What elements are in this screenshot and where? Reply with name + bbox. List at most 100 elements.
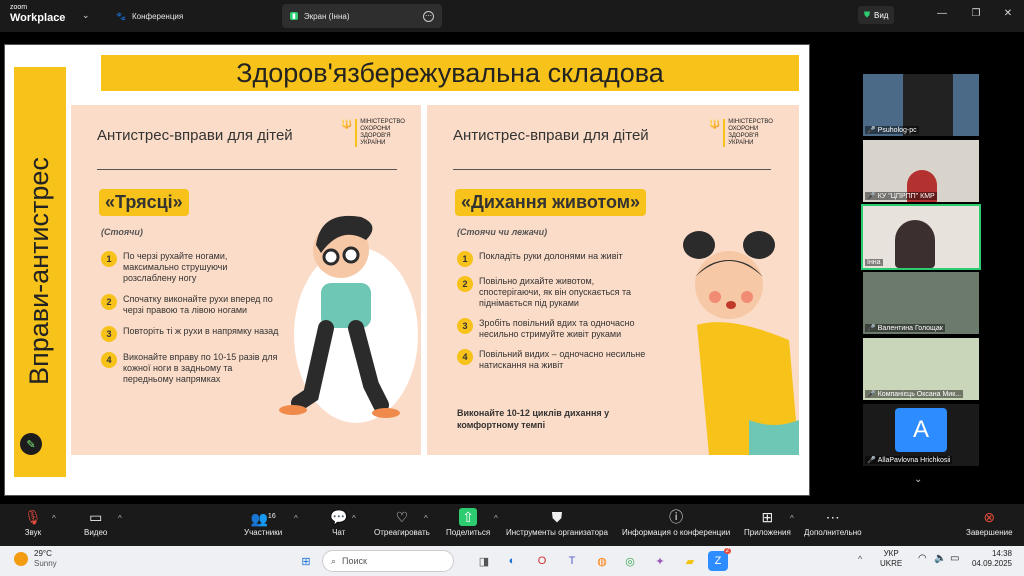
shield-icon: ⛊ (551, 509, 563, 525)
host-tools-button[interactable]: ⛊ Инструменты организатора (506, 508, 608, 537)
weather-widget[interactable]: 29°C Sunny (34, 549, 57, 569)
participant-tile[interactable]: 🎤 Валентина Голощак (863, 272, 979, 334)
left-card-title: Антистрес-вправи для дітей (97, 127, 293, 144)
view-button[interactable]: ⛊ Вид (858, 6, 895, 24)
participant-name: 🎤 Компанієць Оксана Мик... (865, 390, 964, 398)
wifi-icon[interactable]: ◠ (918, 553, 927, 564)
participant-tile[interactable]: 🎤 КУ "ЦПРПП" КМР (863, 140, 979, 202)
participants-button[interactable]: 👥16 Участники (244, 508, 282, 537)
search-icon: ⌕ (331, 555, 337, 566)
apps-button[interactable]: ⊞ Приложения (744, 508, 791, 537)
clock[interactable]: 14:38 04.09.2025 (968, 549, 1012, 569)
exercise-subtitle: (Стоячи) (101, 227, 143, 237)
zoom-app-icon[interactable]: Z 2 (708, 548, 731, 571)
shield-icon: ⛊ (864, 10, 870, 19)
right-card: Антистрес-вправи для дітей 🔱 МІНІСТЕРСТВ… (427, 105, 799, 455)
annotate-icon[interactable]: ✎ (20, 433, 42, 455)
divider (97, 169, 397, 170)
participant-tile[interactable]: 🎤 Psuholog-pc (863, 74, 979, 136)
chat-options-caret[interactable]: ^ (352, 514, 356, 523)
edge-icon[interactable]: ◐ (502, 551, 522, 571)
end-button[interactable]: ⊗ Завершение (966, 508, 1013, 537)
divider (453, 169, 771, 170)
audio-button[interactable]: 🎙 Звук (24, 508, 42, 537)
scroll-down-icon[interactable]: ⌄ (914, 474, 922, 485)
video-options-caret[interactable]: ^ (118, 514, 122, 523)
ministry-logo: 🔱 МІНІСТЕРСТВО ОХОРОНИ ЗДОРОВ'Я УКРАЇНИ (709, 119, 773, 147)
more-button[interactable]: ⋯ Дополнительно (804, 508, 862, 537)
steps-list: 1 По черзі рухайте ногами, максимально ст… (101, 251, 281, 385)
more-icon[interactable]: ⋯ (423, 10, 434, 22)
mic-muted-icon: 🎤 (867, 127, 876, 134)
video-button[interactable]: ▭ Видео (84, 508, 107, 537)
participant-tile-active[interactable]: Інна (861, 204, 981, 270)
apps-icon: ⊞ (761, 509, 774, 525)
mic-muted-icon: 🎤 (867, 193, 876, 200)
windows-start-icon[interactable]: ⊞ (296, 551, 316, 571)
mic-muted-icon: 🎙 (24, 509, 42, 525)
copilot-icon[interactable]: ✦ (650, 551, 670, 571)
opera-icon[interactable]: O (532, 551, 552, 571)
list-item: 1 Покладіть руки долонями на живіт (457, 251, 647, 267)
meeting-info-button[interactable]: ⓘ Информация о конференции (622, 508, 730, 537)
boy-illustration (279, 215, 418, 423)
react-button[interactable]: ♡ Отреагировать (374, 508, 430, 537)
teams-icon[interactable]: T (562, 551, 582, 571)
tray-overflow-icon[interactable]: ^ (858, 554, 862, 564)
camera-icon: ▭ (89, 509, 103, 525)
participants-options-caret[interactable]: ^ (294, 514, 298, 523)
exercise-title: «Дихання животом» (455, 189, 647, 216)
volume-icon[interactable]: 🔈 (934, 553, 946, 564)
participant-tile[interactable]: 🎤 Компанієць Оксана Мик... (863, 338, 979, 400)
participant-name: 🎤 Psuholog-pc (865, 126, 919, 134)
restore-button[interactable]: ❐ (968, 8, 984, 19)
mic-muted-icon: 🎤 (867, 457, 876, 464)
participant-name: 🎤 КУ "ЦПРПП" КМР (865, 192, 937, 200)
end-icon: ⊗ (983, 509, 996, 525)
minimize-button[interactable]: — (934, 8, 950, 19)
chat-button[interactable]: 💬 Чат (330, 508, 347, 537)
heart-icon: ♡ (395, 509, 409, 525)
girl-illustration (683, 231, 799, 455)
info-icon: ⓘ (669, 509, 684, 525)
participant-name: 🎤 Валентина Голощак (865, 324, 945, 332)
notification-badge: 2 (723, 548, 731, 554)
sun-icon[interactable] (14, 552, 28, 566)
participant-tile[interactable]: A 🎤 AllaPavlovna Hrichkosii (863, 404, 979, 466)
avatar: A (895, 408, 947, 452)
react-options-caret[interactable]: ^ (424, 514, 428, 523)
slide-sidebar: Вправи-антистрес ✎ (14, 67, 66, 477)
task-view-icon[interactable]: ◨ (474, 551, 494, 571)
share-button[interactable]: ⇧ Поделиться (446, 508, 490, 537)
chevron-down-icon[interactable]: ⌄ (82, 10, 90, 21)
share-options-caret[interactable]: ^ (494, 514, 498, 523)
zoom-logo: zoom Workplace (10, 4, 66, 24)
chat-icon: 💬 (330, 509, 348, 525)
mic-muted-icon: 🎤 (867, 391, 876, 398)
list-item: 3 Повторіть ті ж рухи в напрямку назад (101, 326, 281, 342)
list-item: 4 Повільний видих – одночасно несильне на… (457, 349, 647, 371)
trident-icon: 🔱 (341, 119, 353, 129)
file-explorer-icon[interactable]: ▰ (680, 551, 700, 571)
ministry-logo: 🔱 МІНІСТЕРСТВО ОХОРОНИ ЗДОРОВ'Я УКРАЇНИ (341, 119, 405, 147)
search-input[interactable]: ⌕ Поиск (322, 550, 454, 572)
close-button[interactable]: ✕ (1000, 8, 1016, 19)
participant-name: 🎤 AllaPavlovna Hrichkosii (865, 456, 953, 464)
apps-options-caret[interactable]: ^ (790, 514, 794, 523)
firefox-icon[interactable]: ◍ (592, 551, 612, 571)
list-item: 4 Виконайте вправу по 10-15 разів для кож… (101, 352, 281, 385)
share-icon: ▮ (290, 12, 298, 20)
participant-name: Інна (865, 259, 883, 266)
audio-options-caret[interactable]: ^ (52, 514, 56, 523)
more-icon: ⋯ (825, 509, 840, 525)
shared-screen: Здоров'язбережувальна складова Вправи-ан… (4, 44, 810, 496)
title-bar: zoom Workplace ⌄ 🐾 Конференция ▮ Экран (Ін… (0, 0, 1024, 32)
tab-meeting[interactable]: 🐾 Конференция (108, 4, 278, 28)
trident-icon: 🔱 (709, 119, 721, 129)
tab-screen-share[interactable]: ▮ Экран (Інна) ⋯ (282, 4, 442, 28)
chrome-icon[interactable]: ◎ (620, 551, 640, 571)
battery-icon[interactable]: ▭ (950, 553, 959, 564)
right-card-title: Антистрес-вправи для дітей (453, 127, 649, 144)
language-indicator[interactable]: УКР UKRE (880, 549, 902, 569)
slide-banner: Здоров'язбережувальна складова (101, 55, 799, 91)
